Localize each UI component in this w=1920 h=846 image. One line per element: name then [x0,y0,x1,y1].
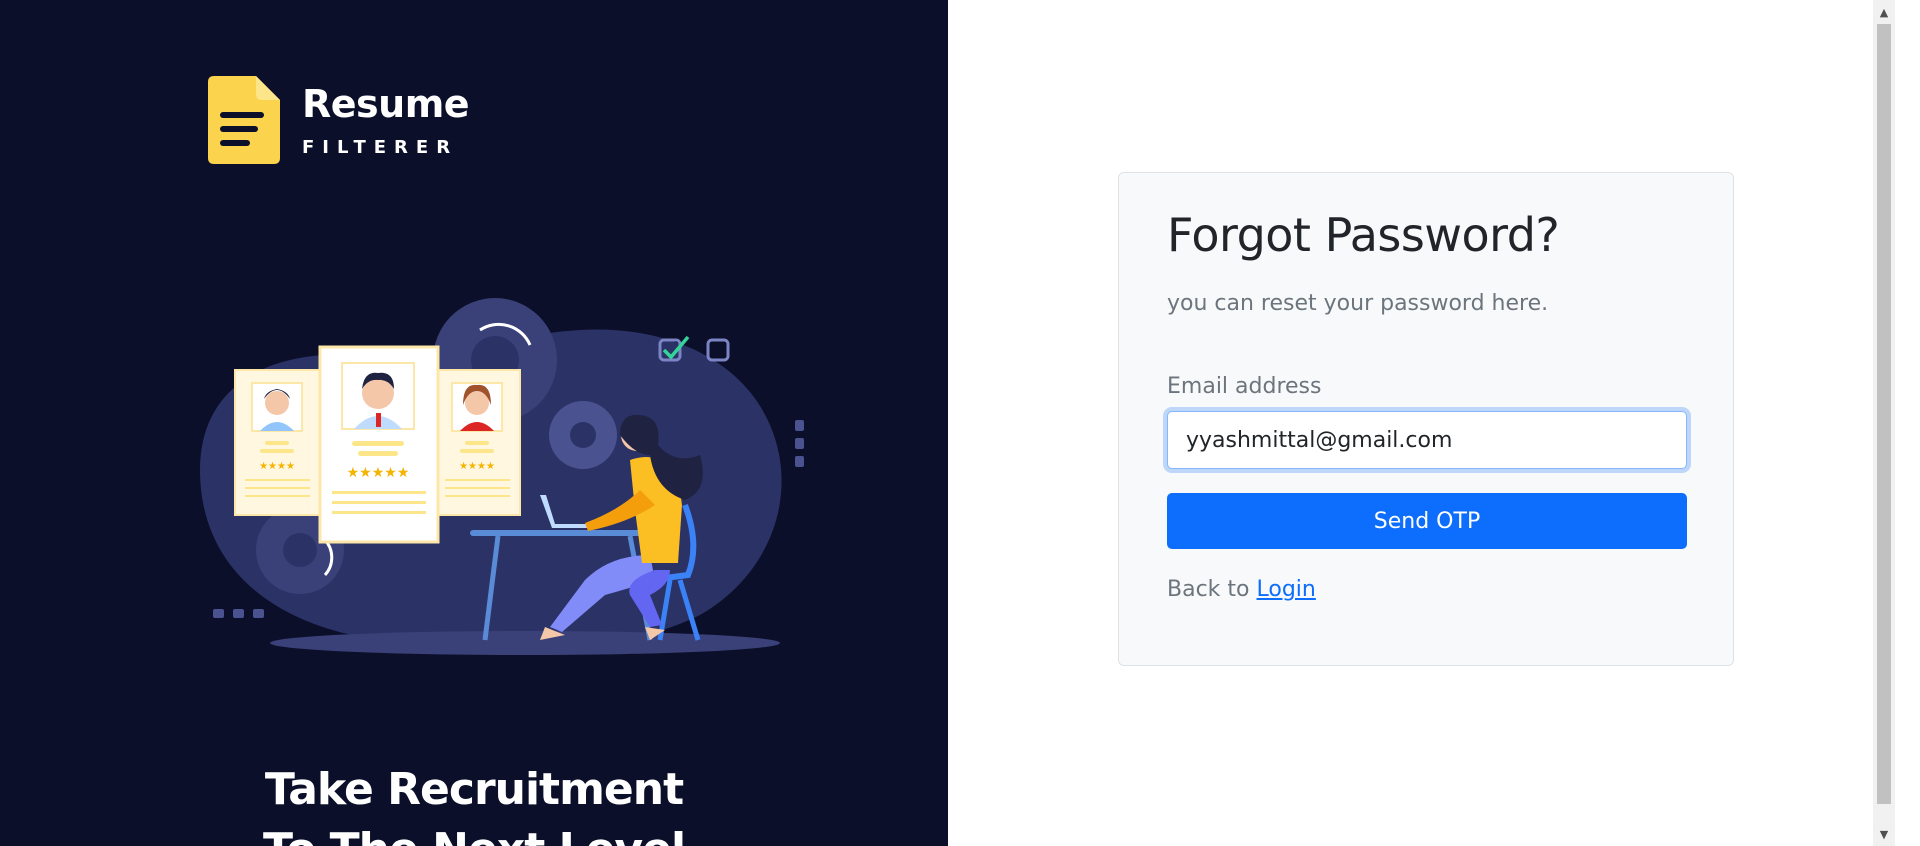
resume-card: ★★★★ [234,369,321,516]
gear-icon [549,401,617,469]
page-subtitle: you can reset your password here. [1167,291,1549,316]
checkbox-icon [706,338,730,362]
svg-text:★★★★: ★★★★ [459,461,495,472]
email-label: Email address [1167,374,1322,399]
brand-subname: FILTERER [302,137,459,158]
vertical-scrollbar[interactable]: ▲ ▼ [1873,0,1895,846]
tagline: Take Recruitment To The Next Level [0,760,948,846]
left-panel: Resume FILTERER ★★★★ ★★★★ ★★★★★ Take Rec… [0,0,948,846]
scroll-down-icon[interactable]: ▼ [1873,824,1895,844]
page: Resume FILTERER ★★★★ ★★★★ ★★★★★ Take Rec… [0,0,1920,846]
resume-card: ★★★★ [434,369,521,516]
back-to-login: Back to Login [1167,575,1685,605]
document-icon [208,76,280,164]
scroll-thumb[interactable] [1877,24,1891,804]
login-link[interactable]: Login [1257,577,1316,602]
back-to-text: Back to [1167,577,1250,602]
svg-text:★★★★: ★★★★ [259,461,295,472]
tagline-line-1: Take Recruitment [264,764,684,815]
scroll-up-icon[interactable]: ▲ [1873,2,1895,22]
brand-logo: Resume FILTERER [208,76,470,164]
tagline-line-2: To The Next Level [0,820,948,846]
resume-card: ★★★★★ [318,345,440,544]
brand-name: Resume [302,82,470,126]
forgot-password-card: Forgot Password? you can reset your pass… [1118,172,1734,666]
send-otp-button[interactable]: Send OTP [1167,493,1687,549]
svg-text:★★★★★: ★★★★★ [347,465,410,481]
right-panel: Forgot Password? you can reset your pass… [948,0,1895,846]
recruitment-illustration: ★★★★ ★★★★ ★★★★★ [200,298,804,655]
page-title: Forgot Password? [1167,208,1560,262]
email-input[interactable] [1167,411,1687,469]
